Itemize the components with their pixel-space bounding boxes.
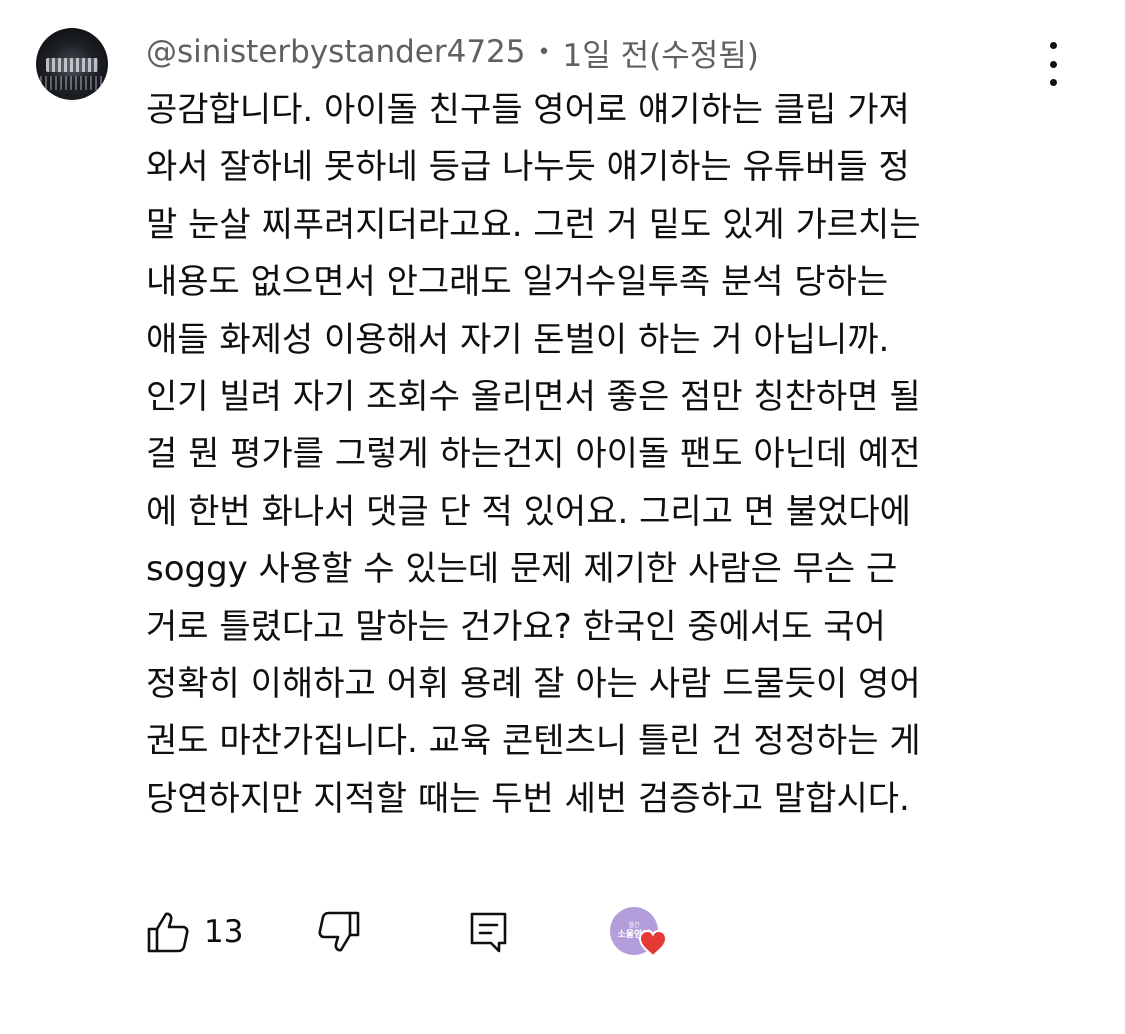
more-vertical-icon[interactable]	[1036, 42, 1070, 86]
comment-line: 권도 마찬가집니다. 교육 콘텐츠니 틀린 건 정정하는 게	[146, 721, 921, 762]
comment-header: @sinisterbystander4725 • 1일 전(수정됨)	[146, 30, 759, 75]
header-separator: •	[537, 39, 551, 65]
comment-line: 거로 틀렸다고 말하는 건가요? 한국인 중에서도 국어	[146, 606, 886, 647]
comment-line: 에 한번 화나서 댓글 단 적 있어요. 그리고 면 불었다에	[146, 491, 911, 532]
comment-line: 애들 화제성 이용해서 자기 돈벌이 하는 거 아닙니까.	[146, 319, 890, 360]
thumbs-up-icon	[147, 912, 189, 953]
comment-line: 정확히 이해하고 어휘 용례 잘 아는 사람 드물듯이 영어	[146, 664, 921, 705]
comment-body: 공감합니다. 아이돌 친구들 영어로 얘기하는 클립 가져 와서 잘하네 못하네…	[146, 82, 1046, 828]
author-avatar[interactable]	[36, 28, 108, 100]
comment-line: 공감합니다. 아이돌 친구들 영어로 얘기하는 클립 가져	[146, 90, 910, 130]
author-handle[interactable]: @sinisterbystander4725	[146, 34, 526, 70]
comment-actions: 13	[146, 902, 509, 962]
avatar-stage-graphic	[46, 58, 98, 72]
heart-icon	[638, 929, 668, 957]
comment-line: 내용도 없으면서 안그래도 일거수일투족 분석 당하는	[146, 262, 889, 303]
like-button[interactable]	[146, 910, 190, 954]
comment-line: 와서 잘하네 못하네 등급 나누듯 얘기하는 유튜버들 정	[146, 147, 910, 188]
menu-dot	[1049, 79, 1057, 86]
creator-heart-badge: 월간 소울영어	[610, 907, 668, 957]
comment-line: 당연하지만 지적할 때는 두번 세번 검증하고 말합시다.	[146, 778, 910, 819]
dislike-button[interactable]	[317, 910, 361, 954]
menu-dot	[1049, 60, 1057, 68]
comment-line: 걸 뭔 평가를 그렇게 하는건지 아이돌 팬도 아닌데 예전	[146, 434, 921, 475]
reply-icon	[471, 912, 507, 953]
like-count: 13	[204, 914, 244, 950]
comment-line: soggy 사용할 수 있는데 문제 제기한 사람은 무슨 근	[146, 549, 898, 590]
comment-timestamp[interactable]: 1일 전(수정됨)	[563, 30, 759, 75]
menu-dot	[1049, 42, 1057, 49]
comment-line: 인기 빌려 자기 조회수 올리면서 좋은 점만 칭찬하면 될	[146, 377, 921, 418]
thumbs-down-icon	[318, 911, 360, 952]
reply-button[interactable]	[469, 910, 509, 954]
comment-line: 말 눈살 찌푸려지더라고요. 그런 거 밑도 있게 가르치는	[146, 204, 921, 245]
avatar-crowd-graphic	[40, 76, 104, 90]
